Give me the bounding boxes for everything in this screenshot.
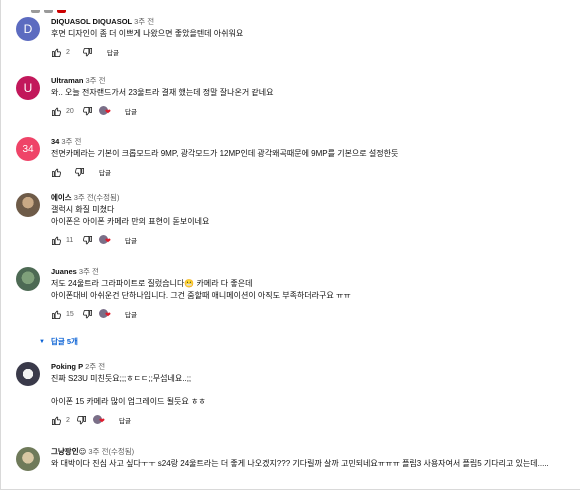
creator-heart-icon: ❤ (99, 308, 117, 320)
comment-author[interactable]: Poking P (51, 362, 83, 371)
comment-time[interactable]: 3주 전 (86, 76, 106, 85)
comment-author[interactable]: Ultraman (51, 76, 84, 85)
comment-text: 전면카메라는 기본이 크롭모드라 9MP, 광각모드가 12MP인데 광각왜곡때… (51, 149, 399, 158)
comment-text: 저도 24울트라 그라파이트로 질렀습니다😬 카메라 다 좋은데 아이폰대비 아쉬… (51, 279, 351, 300)
reply-button[interactable]: 답글 (119, 415, 131, 425)
view-replies-label: 답글 5개 (50, 337, 78, 346)
comment-author[interactable]: 34 (51, 137, 59, 146)
comment-text: 와.. 오늘 전자랜드가서 23울트라 결재 했는데 정말 잘나온거 같네요 (51, 88, 274, 97)
comment-text: 진짜 S23U 미친듯요;;;ㅎㄷㄷ;;무섭네요..;; 아이폰 15 카메라 많… (51, 374, 206, 406)
comment-text: 갤럭시 화질 미쳤다 아이폰은 아이폰 카메라 만의 표현이 돋보이네요 (51, 205, 210, 226)
comment-text: 후면 디자인이 좀 더 이쁘게 나왔으면 좋았을텐데 아쉬워요 (51, 29, 244, 38)
like-count: 11 (66, 236, 74, 244)
comment-author[interactable]: 에이스 (51, 193, 72, 202)
comment-time[interactable]: 3주 전 (134, 17, 154, 26)
like-icon[interactable] (51, 415, 62, 426)
like-count: 15 (66, 310, 74, 318)
view-replies-button[interactable]: ▼ 답글 5개 (39, 336, 78, 347)
comment-text: 와 대박이다 진심 사고 싶다ㅜㅜ s24랑 24울트라는 더 좋게 나오겠지?… (51, 459, 549, 468)
caret-down-icon: ▼ (39, 338, 45, 345)
comment-time[interactable]: 3주 전 (79, 267, 99, 276)
comment-time[interactable]: 2주 전 (85, 362, 105, 371)
like-count: 2 (66, 416, 70, 424)
avatar[interactable]: 34 (16, 137, 40, 161)
like-icon[interactable] (51, 47, 62, 58)
like-count: 2 (66, 48, 70, 56)
comments-panel: D DIQUASOL DIQUASOL 3주 전 후면 디자인이 좀 더 이쁘게 … (0, 0, 580, 490)
top-cut-action-row (31, 0, 91, 13)
dislike-icon[interactable] (82, 235, 93, 246)
avatar[interactable] (16, 362, 40, 386)
comment-time[interactable]: 3주 전(수정됨) (88, 447, 134, 456)
like-icon[interactable] (51, 106, 62, 117)
dislike-icon[interactable] (76, 415, 87, 426)
avatar[interactable] (16, 447, 40, 471)
creator-heart-icon: ❤ (99, 234, 117, 246)
dislike-icon[interactable] (82, 309, 93, 320)
comment-author[interactable]: 그냥팡인😌 (51, 447, 86, 456)
comment-author[interactable]: DIQUASOL DIQUASOL (51, 17, 132, 26)
avatar[interactable] (16, 267, 40, 291)
creator-heart-icon: ❤ (93, 414, 111, 426)
dislike-icon[interactable] (82, 106, 93, 117)
reply-button[interactable]: 답글 (107, 47, 119, 57)
comment-author[interactable]: Juanes (51, 267, 77, 276)
like-icon[interactable] (51, 167, 62, 178)
avatar[interactable]: D (16, 17, 40, 41)
avatar[interactable] (16, 193, 40, 217)
creator-heart-icon: ❤ (99, 105, 117, 117)
comment-time[interactable]: 3주 전 (61, 137, 81, 146)
like-icon[interactable] (51, 235, 62, 246)
reply-button[interactable]: 답글 (125, 309, 137, 319)
reply-button[interactable]: 답글 (125, 106, 137, 116)
reply-button[interactable]: 답글 (99, 167, 111, 177)
reply-button[interactable]: 답글 (125, 235, 137, 245)
like-count: 20 (66, 107, 74, 115)
dislike-icon[interactable] (74, 167, 85, 178)
dislike-icon[interactable] (82, 47, 93, 58)
like-icon[interactable] (51, 309, 62, 320)
avatar[interactable]: U (16, 76, 40, 100)
comment-time[interactable]: 3주 전(수정됨) (74, 193, 120, 202)
